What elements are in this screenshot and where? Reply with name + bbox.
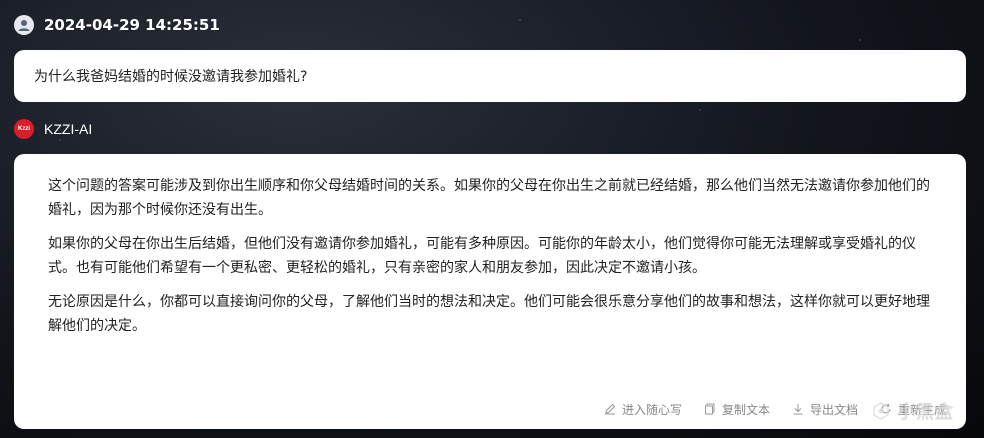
user-message-header: 2024-04-29 14:25:51	[14, 13, 220, 37]
copy-icon	[704, 403, 715, 415]
message-timestamp: 2024-04-29 14:25:51	[44, 16, 220, 34]
answer-paragraph: 如果你的父母在你出生后结婚，但他们没有邀请你参加婚礼，可能有多种原因。可能你的年…	[48, 236, 916, 276]
ai-logo-text: Kzzi	[18, 126, 30, 132]
ai-answer-card: 这个问题的答案可能涉及到你出生顺序和你父母结婚时间的关系。如果你的父母在你出生之…	[14, 154, 966, 429]
regenerate-label: 重新生成	[897, 402, 946, 417]
export-document-button[interactable]: 导出文档	[792, 401, 858, 418]
enter-freewrite-label: 进入随心写	[621, 402, 682, 417]
answer-paragraph: 这个问题的答案可能涉及到你出生顺序和你父母结婚时间的关系。如果你的父母在你出生之…	[48, 178, 930, 218]
refresh-icon	[881, 403, 891, 414]
answer-toolbar: 进入随心写 复制文本 导出文档 重新生成	[604, 399, 946, 419]
user-question-text: 为什么我爸妈结婚的时候没邀请我参加婚礼?	[34, 69, 308, 85]
user-question-card: 为什么我爸妈结婚的时候没邀请我参加婚礼?	[14, 50, 966, 102]
export-document-label: 导出文档	[809, 402, 858, 417]
ai-message-header: Kzzi KZZI-AI	[14, 118, 92, 140]
regenerate-button[interactable]: 重新生成	[880, 401, 946, 418]
pen-icon	[604, 403, 616, 415]
copy-text-label: 复制文本	[721, 402, 770, 417]
user-avatar-icon	[14, 15, 34, 35]
download-icon	[793, 404, 803, 415]
ai-logo-icon: Kzzi	[14, 119, 34, 139]
enter-freewrite-button[interactable]: 进入随心写	[604, 401, 682, 418]
ai-name: KZZI-AI	[44, 121, 93, 137]
answer-paragraph: 无论原因是什么，你都可以直接询问你的父母，了解他们当时的想法和决定。他们可能会很…	[48, 294, 930, 334]
copy-text-button[interactable]: 复制文本	[704, 401, 770, 418]
